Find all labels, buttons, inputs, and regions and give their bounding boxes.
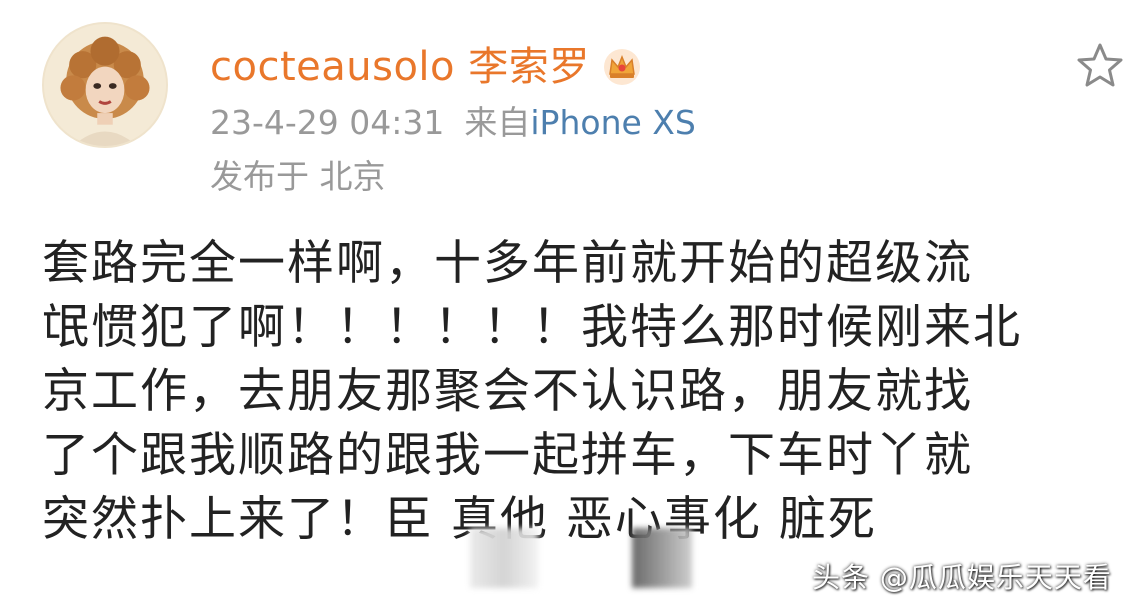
device-link[interactable]: iPhone XS	[530, 103, 695, 142]
username-link[interactable]: cocteausolo 李索罗	[210, 47, 590, 87]
content-line: 了个跟我顺路的跟我一起拼车，下车时丫就	[42, 428, 973, 483]
censor-blur	[470, 528, 538, 588]
post-timestamp: 23-4-29 04:31	[210, 103, 445, 142]
source-watermark: 头条 @瓜瓜娱乐天天看	[812, 561, 1112, 594]
post-meta: 23-4-29 04:31 来自iPhone XS	[210, 106, 696, 139]
user-avatar[interactable]	[42, 22, 168, 148]
weibo-post: cocteausolo 李索罗 23-4-29 04:31 来自iPhone XS…	[0, 0, 1137, 605]
content-line: 突然扑上来了！臣 真他 恶心事化 脏死	[42, 492, 877, 547]
post-location: 发布于 北京	[210, 157, 386, 196]
content-line: 京工作，去朋友那聚会不认识路，朋友就找	[42, 364, 973, 419]
content-line: 氓惯犯了啊！！！！！！我特么那时候刚来北	[42, 300, 1022, 355]
content-line: 套路完全一样啊，十多年前就开始的超级流	[42, 236, 973, 291]
source-prefix: 来自	[464, 103, 531, 142]
avatar-portrait-image	[44, 24, 166, 146]
favorite-star-icon[interactable]	[1074, 40, 1126, 92]
post-content: 套路完全一样啊，十多年前就开始的超级流 氓惯犯了啊！！！！！！我特么那时候刚来北…	[42, 232, 1102, 552]
username-row: cocteausolo 李索罗	[210, 40, 642, 94]
crown-badge-icon	[602, 47, 642, 87]
censor-blur	[632, 528, 692, 588]
